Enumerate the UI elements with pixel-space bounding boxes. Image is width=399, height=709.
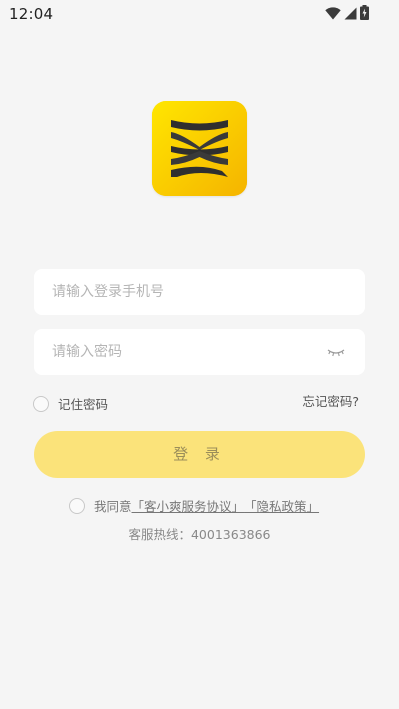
forgot-password-link[interactable]: 忘记密码? [302,391,359,410]
privacy-policy-link[interactable]: 「隐私政策」 [244,496,319,515]
agreement-prefix: 我同意 [94,499,132,514]
remember-password[interactable]: 记住密码 [33,394,108,413]
remember-password-checkbox[interactable] [33,395,49,412]
app-logo-icon [152,101,247,196]
password-input[interactable] [52,329,322,375]
customer-service-hotline: 客服热线：4001363866 [128,527,271,542]
phone-field[interactable] [34,269,365,315]
signal-icon [344,5,357,24]
agreement-checkbox[interactable] [69,497,85,514]
eye-closed-icon[interactable] [327,345,345,359]
battery-icon [360,4,369,24]
status-time: 12:04 [9,5,54,23]
status-bar: 12:04 [0,0,399,28]
wifi-icon [325,5,341,24]
agreement-row: 我同意 「客小爽服务协议」 「隐私政策」 [69,496,319,515]
service-agreement-link[interactable]: 「客小爽服务协议」 [132,496,245,515]
phone-input[interactable] [52,269,322,315]
status-icons [325,4,369,24]
login-button[interactable]: 登 录 [34,431,365,478]
password-field[interactable] [34,329,365,375]
remember-password-label: 记住密码 [58,397,109,412]
